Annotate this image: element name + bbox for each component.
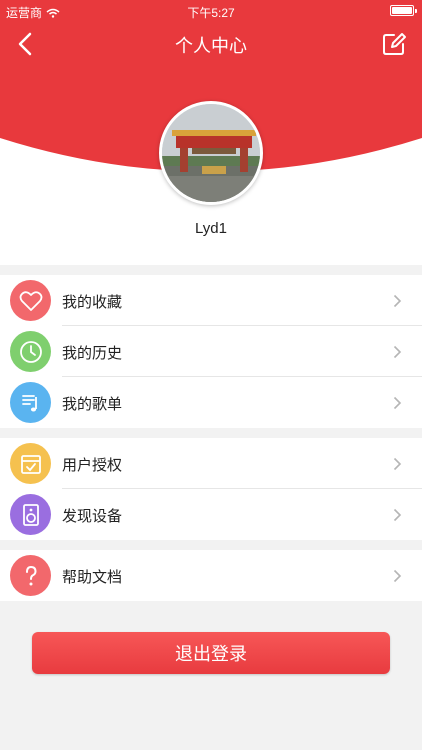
menu-item-authorization[interactable]: 用户授权 — [0, 438, 422, 489]
menu-group-1: 我的收藏 我的历史 我的歌单 — [0, 275, 422, 428]
chevron-right-icon — [393, 457, 402, 471]
speaker-icon — [10, 494, 51, 535]
chevron-right-icon — [393, 345, 402, 359]
playlist-icon — [10, 382, 51, 423]
menu-item-favorites[interactable]: 我的收藏 — [0, 275, 422, 326]
menu-item-discover-device[interactable]: 发现设备 — [0, 489, 422, 540]
chevron-right-icon — [393, 294, 402, 308]
edit-icon[interactable] — [380, 30, 408, 58]
page-title: 个人中心 — [175, 36, 247, 56]
clock-icon — [10, 331, 51, 372]
menu-item-label: 用户授权 — [62, 457, 123, 474]
chevron-right-icon — [393, 396, 402, 410]
menu-group-2: 用户授权 发现设备 — [0, 438, 422, 540]
clock: 下午5:27 — [187, 6, 235, 20]
menu-group-3: 帮助文档 — [0, 550, 422, 601]
question-icon — [10, 555, 51, 596]
status-bar: 运营商 下午5:27 — [0, 0, 422, 22]
menu-item-label: 我的收藏 — [62, 294, 123, 311]
menu-item-playlist[interactable]: 我的歌单 — [0, 377, 422, 428]
menu-item-history[interactable]: 我的历史 — [0, 326, 422, 377]
calendar-check-icon — [10, 443, 51, 484]
profile-header: 运营商 下午5:27 个人中心 Lyd1 — [0, 0, 422, 265]
menu-item-label: 我的歌单 — [62, 396, 123, 413]
battery-icon — [390, 5, 417, 16]
chevron-right-icon — [393, 569, 402, 583]
nav-bar: 个人中心 — [0, 22, 422, 66]
heart-icon — [10, 280, 51, 321]
menu-item-label: 我的历史 — [62, 345, 123, 362]
menu-item-help[interactable]: 帮助文档 — [0, 550, 422, 601]
username: Lyd1 — [195, 220, 227, 237]
avatar[interactable] — [159, 101, 263, 205]
logout-button[interactable]: 退出登录 — [32, 632, 390, 674]
chevron-right-icon — [393, 508, 402, 522]
menu-item-label: 发现设备 — [62, 508, 123, 525]
menu-item-label: 帮助文档 — [62, 569, 123, 586]
